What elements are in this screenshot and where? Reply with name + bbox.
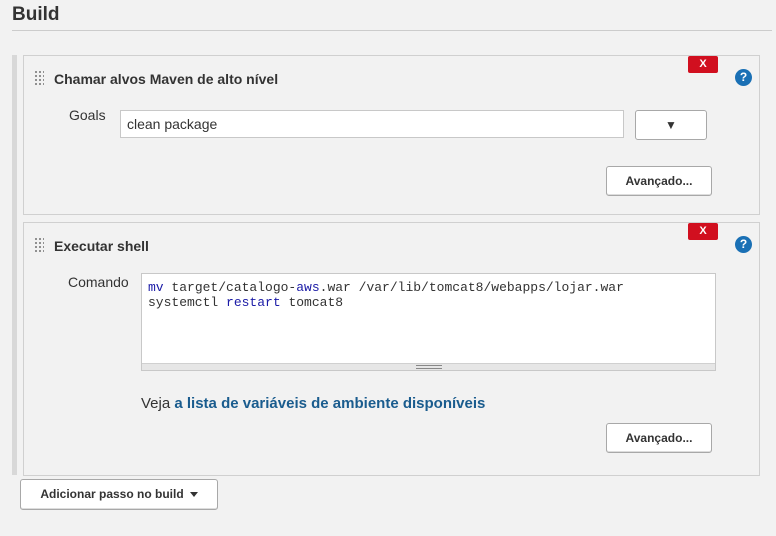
build-steps-container: Chamar alvos Maven de alto nível X ? Goa… <box>12 55 776 476</box>
env-vars-link[interactable]: a lista de variáveis de ambiente disponí… <box>174 395 485 412</box>
command-line: mv target/catalogo-aws.war /var/lib/tomc… <box>148 280 624 295</box>
goals-input[interactable] <box>120 110 624 138</box>
add-build-step-button[interactable]: Adicionar passo no build <box>20 479 218 510</box>
add-step-label: Adicionar passo no build <box>40 487 184 501</box>
help-icon[interactable]: ? <box>735 69 752 86</box>
drag-handle-icon[interactable] <box>34 237 44 253</box>
shell-text: systemctl <box>148 295 219 310</box>
advanced-button[interactable]: Avançado... <box>606 423 712 453</box>
build-step-shell: Executar shell X ? Comando mv target/cat… <box>23 222 760 476</box>
shell-keyword: restart <box>226 295 281 310</box>
delete-step-button[interactable]: X <box>688 56 718 73</box>
section-title: Build <box>12 4 60 25</box>
command-textarea[interactable]: mv target/catalogo-aws.war /var/lib/tomc… <box>141 273 716 371</box>
drag-handle-icon[interactable] <box>34 70 44 86</box>
step-title: Chamar alvos Maven de alto nível <box>54 71 279 87</box>
advanced-button[interactable]: Avançado... <box>606 166 712 196</box>
shell-text: tomcat8 <box>280 295 344 310</box>
resize-grip-icon <box>416 365 442 369</box>
shell-text: .war /var/lib/tomcat8/webapps/lojar.war <box>319 280 624 295</box>
build-step-maven: Chamar alvos Maven de alto nível X ? Goa… <box>23 55 760 215</box>
shell-text: target/catalogo- <box>163 280 297 295</box>
shell-text <box>218 295 226 310</box>
env-note-prefix: Veja <box>141 395 175 412</box>
chevron-down-icon: ▼ <box>665 118 677 132</box>
env-vars-note: Veja a lista de variáveis de ambiente di… <box>141 395 485 412</box>
build-config-page: Build Chamar alvos Maven de alto nível X… <box>0 0 776 536</box>
step-title: Executar shell <box>54 238 149 254</box>
command-line: systemctl restart tomcat8 <box>148 295 343 310</box>
delete-step-button[interactable]: X <box>688 223 718 240</box>
command-label: Comando <box>68 274 129 290</box>
caret-down-icon <box>189 492 198 498</box>
help-icon[interactable]: ? <box>735 236 752 253</box>
shell-keyword: mv <box>148 280 164 295</box>
goals-expand-button[interactable]: ▼ <box>635 110 707 140</box>
section-divider <box>12 30 772 31</box>
shell-keyword: aws <box>296 280 320 295</box>
goals-label: Goals <box>69 107 106 123</box>
textarea-resize-handle[interactable] <box>142 363 715 370</box>
